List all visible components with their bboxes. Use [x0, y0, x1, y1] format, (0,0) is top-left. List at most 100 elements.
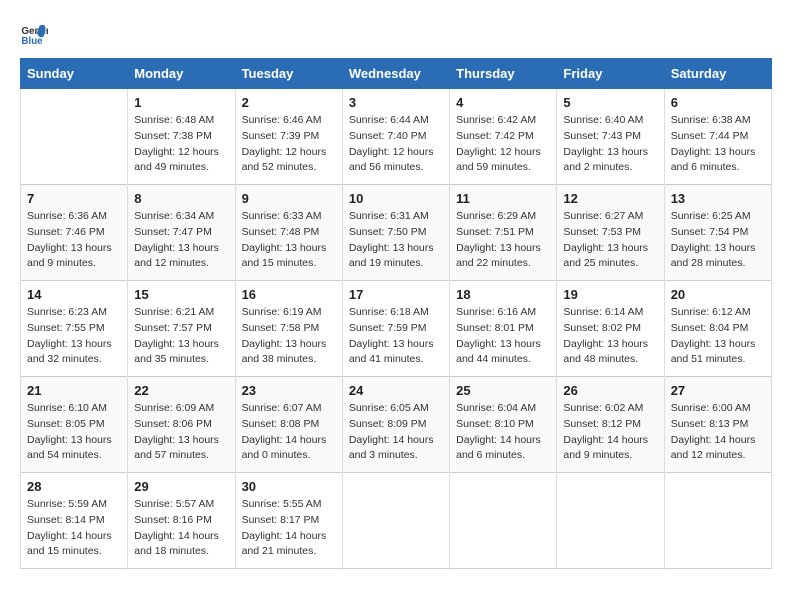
day-info: Sunrise: 6:48 AMSunset: 7:38 PMDaylight:…: [134, 113, 228, 176]
day-header-wednesday: Wednesday: [342, 59, 449, 89]
day-number: 27: [671, 383, 765, 398]
day-number: 8: [134, 191, 228, 206]
day-info: Sunrise: 6:29 AMSunset: 7:51 PMDaylight:…: [456, 209, 550, 272]
day-number: 7: [27, 191, 121, 206]
day-info: Sunrise: 6:10 AMSunset: 8:05 PMDaylight:…: [27, 401, 121, 464]
calendar-cell: 17 Sunrise: 6:18 AMSunset: 7:59 PMDayligh…: [342, 281, 449, 377]
day-info: Sunrise: 5:55 AMSunset: 8:17 PMDaylight:…: [242, 497, 336, 560]
calendar-cell: 8 Sunrise: 6:34 AMSunset: 7:47 PMDaylight…: [128, 185, 235, 281]
day-number: 14: [27, 287, 121, 302]
day-number: 12: [563, 191, 657, 206]
day-number: 21: [27, 383, 121, 398]
day-number: 24: [349, 383, 443, 398]
calendar-cell: [557, 473, 664, 569]
day-info: Sunrise: 6:42 AMSunset: 7:42 PMDaylight:…: [456, 113, 550, 176]
calendar-cell: [664, 473, 771, 569]
calendar-cell: 19Sunrise: 6:14 AMSunset: 8:02 PMDayligh…: [557, 281, 664, 377]
page-header: General Blue: [20, 20, 772, 48]
calendar-cell: 25Sunrise: 6:04 AMSunset: 8:10 PMDayligh…: [450, 377, 557, 473]
day-number: 17: [349, 287, 443, 302]
day-info: Sunrise: 6:00 AMSunset: 8:13 PMDaylight:…: [671, 401, 765, 464]
day-info: Sunrise: 6:09 AMSunset: 8:06 PMDaylight:…: [134, 401, 228, 464]
calendar-table: SundayMondayTuesdayWednesdayThursdayFrid…: [20, 58, 772, 569]
day-number: 28: [27, 479, 121, 494]
day-info: Sunrise: 6:19 AMSunset: 7:58 PMDaylight:…: [242, 305, 336, 368]
day-number: 6: [671, 95, 765, 110]
calendar-cell: 7 Sunrise: 6:36 AMSunset: 7:46 PMDaylight…: [21, 185, 128, 281]
calendar-cell: 30 Sunrise: 5:55 AMSunset: 8:17 PMDayligh…: [235, 473, 342, 569]
day-info: Sunrise: 6:07 AMSunset: 8:08 PMDaylight:…: [242, 401, 336, 464]
day-number: 10: [349, 191, 443, 206]
calendar-cell: 26 Sunrise: 6:02 AMSunset: 8:12 PMDayligh…: [557, 377, 664, 473]
day-number: 1: [134, 95, 228, 110]
calendar-cell: 3 Sunrise: 6:44 AMSunset: 7:40 PMDaylight…: [342, 89, 449, 185]
day-header-thursday: Thursday: [450, 59, 557, 89]
calendar-cell: 6 Sunrise: 6:38 AMSunset: 7:44 PMDaylight…: [664, 89, 771, 185]
day-info: Sunrise: 6:44 AMSunset: 7:40 PMDaylight:…: [349, 113, 443, 176]
day-info: Sunrise: 6:33 AMSunset: 7:48 PMDaylight:…: [242, 209, 336, 272]
day-number: 18: [456, 287, 550, 302]
day-number: 30: [242, 479, 336, 494]
day-info: Sunrise: 6:31 AMSunset: 7:50 PMDaylight:…: [349, 209, 443, 272]
svg-text:Blue: Blue: [21, 36, 43, 47]
day-info: Sunrise: 6:16 AMSunset: 8:01 PMDaylight:…: [456, 305, 550, 368]
day-number: 16: [242, 287, 336, 302]
calendar-cell: 9 Sunrise: 6:33 AMSunset: 7:48 PMDaylight…: [235, 185, 342, 281]
calendar-cell: 15 Sunrise: 6:21 AMSunset: 7:57 PMDayligh…: [128, 281, 235, 377]
calendar-cell: 16 Sunrise: 6:19 AMSunset: 7:58 PMDayligh…: [235, 281, 342, 377]
day-info: Sunrise: 6:05 AMSunset: 8:09 PMDaylight:…: [349, 401, 443, 464]
day-number: 20: [671, 287, 765, 302]
day-number: 22: [134, 383, 228, 398]
calendar-cell: [21, 89, 128, 185]
day-number: 15: [134, 287, 228, 302]
logo-icon: General Blue: [20, 20, 48, 48]
calendar-cell: 18 Sunrise: 6:16 AMSunset: 8:01 PMDayligh…: [450, 281, 557, 377]
day-header-saturday: Saturday: [664, 59, 771, 89]
week-row-1: 1 Sunrise: 6:48 AMSunset: 7:38 PMDaylight…: [21, 89, 772, 185]
calendar-cell: 28 Sunrise: 5:59 AMSunset: 8:14 PMDayligh…: [21, 473, 128, 569]
day-number: 9: [242, 191, 336, 206]
day-number: 3: [349, 95, 443, 110]
day-number: 2: [242, 95, 336, 110]
day-number: 25: [456, 383, 550, 398]
calendar-cell: 27 Sunrise: 6:00 AMSunset: 8:13 PMDayligh…: [664, 377, 771, 473]
calendar-cell: [342, 473, 449, 569]
day-info: Sunrise: 6:46 AMSunset: 7:39 PMDaylight:…: [242, 113, 336, 176]
calendar-cell: 11 Sunrise: 6:29 AMSunset: 7:51 PMDayligh…: [450, 185, 557, 281]
calendar-cell: 12 Sunrise: 6:27 AMSunset: 7:53 PMDayligh…: [557, 185, 664, 281]
day-info: Sunrise: 6:02 AMSunset: 8:12 PMDaylight:…: [563, 401, 657, 464]
day-info: Sunrise: 6:34 AMSunset: 7:47 PMDaylight:…: [134, 209, 228, 272]
day-header-monday: Monday: [128, 59, 235, 89]
week-row-4: 21 Sunrise: 6:10 AMSunset: 8:05 PMDayligh…: [21, 377, 772, 473]
week-row-3: 14 Sunrise: 6:23 AMSunset: 7:55 PMDayligh…: [21, 281, 772, 377]
calendar-cell: 24 Sunrise: 6:05 AMSunset: 8:09 PMDayligh…: [342, 377, 449, 473]
day-info: Sunrise: 6:23 AMSunset: 7:55 PMDaylight:…: [27, 305, 121, 368]
calendar-cell: 1 Sunrise: 6:48 AMSunset: 7:38 PMDaylight…: [128, 89, 235, 185]
calendar-header-row: SundayMondayTuesdayWednesdayThursdayFrid…: [21, 59, 772, 89]
day-header-tuesday: Tuesday: [235, 59, 342, 89]
day-info: Sunrise: 6:27 AMSunset: 7:53 PMDaylight:…: [563, 209, 657, 272]
day-info: Sunrise: 6:25 AMSunset: 7:54 PMDaylight:…: [671, 209, 765, 272]
day-number: 13: [671, 191, 765, 206]
calendar-cell: 10 Sunrise: 6:31 AMSunset: 7:50 PMDayligh…: [342, 185, 449, 281]
day-info: Sunrise: 6:38 AMSunset: 7:44 PMDaylight:…: [671, 113, 765, 176]
day-number: 23: [242, 383, 336, 398]
calendar-cell: 22 Sunrise: 6:09 AMSunset: 8:06 PMDayligh…: [128, 377, 235, 473]
day-number: 11: [456, 191, 550, 206]
day-info: Sunrise: 6:21 AMSunset: 7:57 PMDaylight:…: [134, 305, 228, 368]
day-info: Sunrise: 6:14 AMSunset: 8:02 PMDaylight:…: [563, 305, 657, 368]
day-number: 26: [563, 383, 657, 398]
calendar-cell: 4Sunrise: 6:42 AMSunset: 7:42 PMDaylight…: [450, 89, 557, 185]
calendar-cell: [450, 473, 557, 569]
day-info: Sunrise: 6:36 AMSunset: 7:46 PMDaylight:…: [27, 209, 121, 272]
week-row-5: 28 Sunrise: 5:59 AMSunset: 8:14 PMDayligh…: [21, 473, 772, 569]
day-info: Sunrise: 6:18 AMSunset: 7:59 PMDaylight:…: [349, 305, 443, 368]
day-number: 5: [563, 95, 657, 110]
calendar-cell: 13 Sunrise: 6:25 AMSunset: 7:54 PMDayligh…: [664, 185, 771, 281]
day-header-friday: Friday: [557, 59, 664, 89]
day-info: Sunrise: 5:57 AMSunset: 8:16 PMDaylight:…: [134, 497, 228, 560]
week-row-2: 7 Sunrise: 6:36 AMSunset: 7:46 PMDaylight…: [21, 185, 772, 281]
day-info: Sunrise: 5:59 AMSunset: 8:14 PMDaylight:…: [27, 497, 121, 560]
calendar-cell: 5Sunrise: 6:40 AMSunset: 7:43 PMDaylight…: [557, 89, 664, 185]
calendar-cell: 21 Sunrise: 6:10 AMSunset: 8:05 PMDayligh…: [21, 377, 128, 473]
